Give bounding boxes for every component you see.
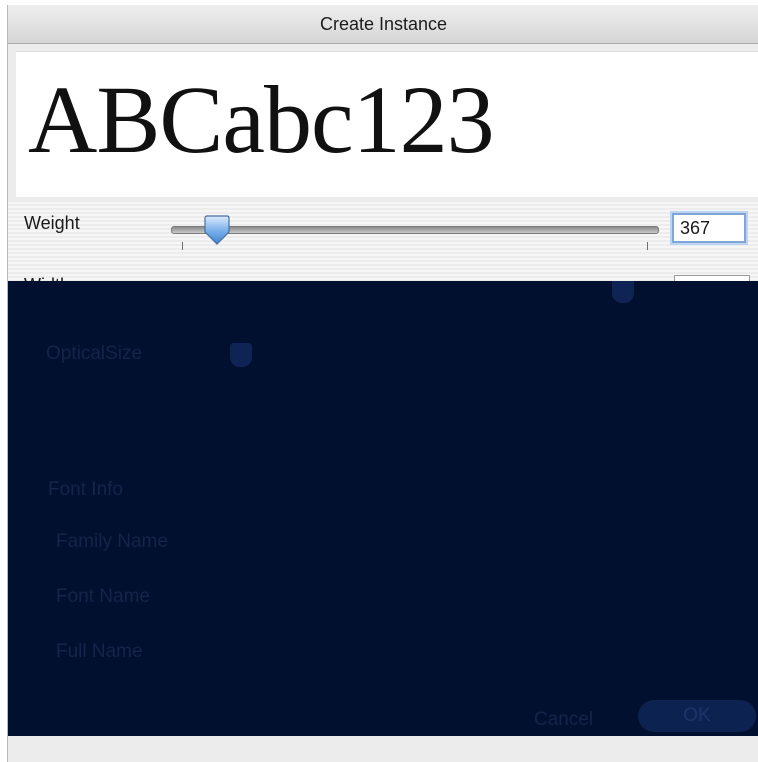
font-preview-pane: ABCabc123 [16, 51, 758, 197]
weight-slider-max-tick [647, 242, 648, 250]
optical-size-slider-thumb[interactable] [230, 343, 252, 367]
preview-sample-text: ABCabc123 [28, 66, 495, 173]
font-name-label: Font Name [56, 586, 150, 607]
create-instance-window: Create Instance ABCabc123 Weight 367 Wid… [7, 5, 758, 762]
font-info-heading: Font Info [48, 479, 123, 500]
weight-value-field[interactable]: 367 [672, 213, 746, 243]
window-titlebar: Create Instance [8, 5, 758, 44]
full-name-label: Full Name [56, 641, 143, 662]
family-name-label: Family Name [56, 531, 168, 552]
ok-button[interactable]: OK [638, 700, 756, 732]
weight-label: Weight [24, 213, 80, 233]
weight-slider-min-tick [182, 242, 183, 250]
axis-controls [8, 200, 758, 285]
dimmed-overlay: OpticalSize Font Info Family Name Font N… [8, 281, 758, 736]
window-title: Create Instance [319, 13, 448, 34]
cancel-button[interactable]: Cancel [534, 709, 593, 731]
optical-size-label: OpticalSize [46, 343, 143, 364]
window-bottom-strip [8, 736, 758, 762]
weight-slider-thumb[interactable] [204, 215, 230, 245]
width-slider-thumb[interactable] [612, 281, 634, 303]
weight-slider-track[interactable] [171, 226, 659, 234]
